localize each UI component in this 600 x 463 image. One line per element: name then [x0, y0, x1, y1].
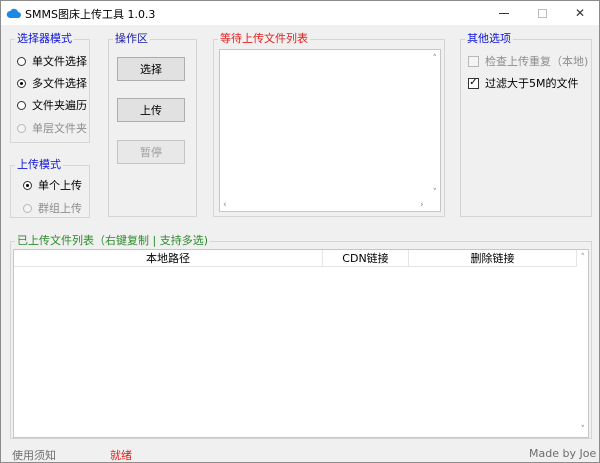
uploaded-file-table[interactable]: 本地路径 CDN链接 删除链接 ˄ ˅: [13, 249, 589, 438]
radio-circle: [17, 78, 26, 88]
maximize-icon: [537, 8, 547, 18]
check-duplicates-checkbox: 检查上传重复（本地): [468, 53, 588, 69]
radio-folder-traverse[interactable]: 文件夹遍历: [17, 97, 87, 113]
upload-button[interactable]: 上传: [117, 98, 185, 122]
operations-label: 操作区: [113, 32, 150, 46]
selector-mode-group: 选择器模式 单文件选择 多文件选择 文件夹遍历 单层文件夹: [10, 32, 90, 143]
column-header-delete-link[interactable]: 删除链接: [409, 250, 577, 267]
minimize-button[interactable]: [485, 1, 523, 25]
scroll-right-icon[interactable]: ›: [420, 201, 424, 210]
scroll-down-icon[interactable]: ˅: [581, 426, 586, 435]
selector-mode-label: 选择器模式: [15, 32, 74, 46]
checkbox-box: [468, 55, 479, 67]
cloud-icon: [6, 8, 21, 18]
radio-circle: [17, 100, 26, 110]
uploaded-list-group: 已上传文件列表（右键复制 | 支持多选) 本地路径 CDN链接 删除链接 ˄ ˅: [10, 234, 592, 439]
scroll-up-icon[interactable]: ˄: [433, 55, 438, 64]
radio-group-upload: 群组上传: [23, 200, 82, 216]
pending-list-label: 等待上传文件列表: [218, 32, 310, 46]
radio-single-layer-folder: 单层文件夹: [17, 120, 87, 136]
upload-mode-label: 上传模式: [15, 158, 63, 172]
column-header-local-path[interactable]: 本地路径: [14, 250, 323, 267]
other-options-label: 其他选项: [465, 32, 513, 46]
credit-text: Made by Joe: [529, 447, 597, 460]
column-header-cdn-link[interactable]: CDN链接: [323, 250, 409, 267]
radio-single-file[interactable]: 单文件选择: [17, 53, 87, 69]
main-window: SMMS图床上传工具 1.0.3 ✕ 选择器模式 单文件选择 多文件选择 文件夹…: [0, 0, 600, 463]
close-button[interactable]: ✕: [561, 1, 599, 25]
radio-circle: [17, 56, 26, 66]
radio-circle: [23, 203, 32, 213]
pause-button: 暂停: [117, 140, 185, 164]
maximize-button: [523, 1, 561, 25]
scroll-down-icon[interactable]: ˅: [433, 189, 438, 198]
upload-mode-group: 上传模式 单个上传 群组上传: [10, 158, 90, 218]
other-options-group: 其他选项 检查上传重复（本地) ✓ 过滤大于5M的文件: [460, 32, 592, 217]
title-bar[interactable]: SMMS图床上传工具 1.0.3 ✕: [1, 1, 599, 25]
scroll-left-icon[interactable]: ‹: [223, 201, 227, 210]
status-text: 就绪: [110, 449, 132, 462]
scroll-up-icon[interactable]: ˄: [581, 254, 586, 263]
pending-file-list[interactable]: ˄ ˅ ‹ ›: [219, 49, 441, 212]
minimize-icon: [499, 12, 509, 14]
select-button[interactable]: 选择: [117, 57, 185, 81]
checkmark-icon: ✓: [468, 77, 479, 89]
radio-circle: [23, 180, 32, 190]
help-link[interactable]: 使用须知: [12, 447, 56, 463]
filter-large-files-checkbox[interactable]: ✓ 过滤大于5M的文件: [468, 75, 579, 91]
window-title: SMMS图床上传工具 1.0.3: [25, 8, 156, 21]
pending-list-group: 等待上传文件列表 ˄ ˅ ‹ ›: [213, 32, 445, 217]
radio-single-upload[interactable]: 单个上传: [23, 177, 82, 193]
operations-group: 操作区 选择 上传 暂停: [108, 32, 197, 217]
uploaded-list-label: 已上传文件列表（右键复制 | 支持多选): [15, 234, 210, 248]
radio-circle: [17, 123, 26, 133]
close-icon: ✕: [574, 6, 586, 20]
radio-multi-file[interactable]: 多文件选择: [17, 75, 87, 91]
